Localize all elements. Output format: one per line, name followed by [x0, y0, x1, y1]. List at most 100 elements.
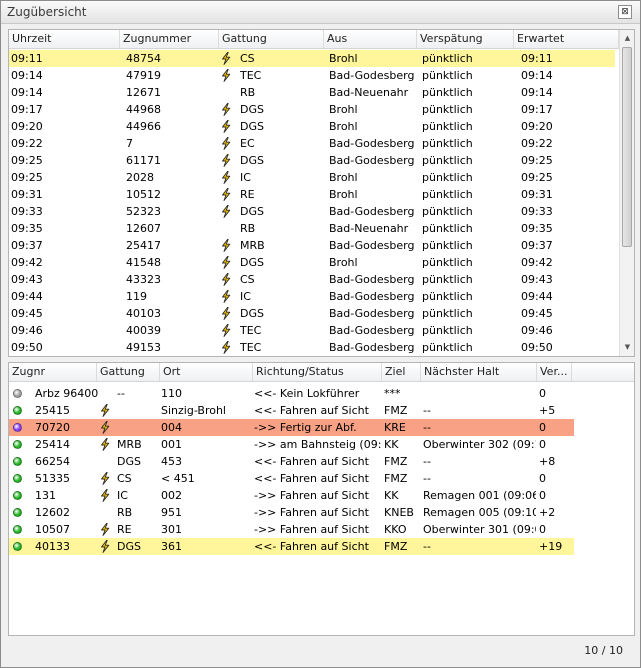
arrivals-column-header[interactable]: Uhrzeit: [9, 30, 120, 48]
train-row[interactable]: 12602 RB 951 ->> Fahren auf Sicht KNEB Remage…: [9, 504, 574, 521]
train-row[interactable]: 25415 Sinzig-Brohl <<- Fahren auf Sicht FMZ…: [9, 402, 574, 419]
train-number: 49153: [126, 341, 161, 354]
train-number: 47919: [126, 69, 161, 82]
arrival-row[interactable]: 09:44 119 IC Bad-Godesberg pünktlich 09:44: [9, 288, 615, 305]
arrivals-column-header[interactable]: Verspätung: [417, 30, 514, 48]
arrival-row[interactable]: 09:35 12607 RB Bad-Neuenahr pünktlich 09:35: [9, 220, 615, 237]
train-type: IC: [240, 171, 251, 184]
trains-column-header[interactable]: Ver...: [537, 363, 572, 381]
trains-column-header[interactable]: Gattung: [97, 363, 160, 381]
arrival-row[interactable]: 09:25 61171 DGS Bad-Godesberg pünktlich 09:25: [9, 152, 615, 169]
train-number: 70720: [35, 421, 70, 434]
destination: FMZ: [384, 472, 408, 485]
arrival-row[interactable]: 09:22 7 EC Bad-Godesberg pünktlich 09:22: [9, 135, 615, 152]
train-type: DGS: [240, 307, 264, 320]
delay-status: pünktlich: [422, 52, 473, 65]
arrivals-table-header: Uhrzeit Zugnummer Gattung Aus Verspätung Erwa…: [9, 30, 619, 49]
trains-column-header[interactable]: Ort: [160, 363, 253, 381]
electric-train-icon: [222, 69, 231, 82]
close-icon[interactable]: ⊠: [618, 5, 632, 19]
delay-status: pünktlich: [422, 103, 473, 116]
arrival-row[interactable]: 09:11 48754 CS Brohl pünktlich 09:11: [9, 50, 615, 67]
origin-station: Bad-Godesberg: [329, 273, 414, 286]
arrival-time: 09:46: [11, 324, 43, 337]
arrival-time: 09:33: [11, 205, 43, 218]
arrival-row[interactable]: 09:25 2028 IC Brohl pünktlich 09:25: [9, 169, 615, 186]
train-number: Arbz 96400: [35, 387, 99, 400]
train-number: 48754: [126, 52, 161, 65]
train-number: 25417: [126, 239, 161, 252]
delay-status: pünktlich: [422, 324, 473, 337]
status-bar: 10 / 10: [8, 641, 633, 661]
train-type: IC: [240, 290, 251, 303]
arrival-time: 09:43: [11, 273, 43, 286]
delay-status: pünktlich: [422, 256, 473, 269]
train-row[interactable]: Arbz 96400 -- 110 <<- Kein Lokführer *** 0: [9, 385, 574, 402]
arrival-row[interactable]: 09:45 40103 DGS Bad-Godesberg pünktlich 09:45: [9, 305, 615, 322]
scroll-down-icon[interactable]: ▼: [620, 340, 634, 355]
trains-column-header[interactable]: Richtung/Status: [253, 363, 382, 381]
electric-train-icon: [101, 421, 110, 434]
train-row[interactable]: 25414 MRB 001 ->> am Bahnsteig (09:11)KK Obe…: [9, 436, 574, 453]
scroll-up-icon[interactable]: ▲: [620, 31, 634, 46]
arrival-row[interactable]: 09:46 40039 TEC Bad-Godesberg pünktlich 09:46: [9, 322, 615, 339]
electric-train-icon: [222, 290, 231, 303]
status-dot-icon: [13, 423, 22, 432]
arrival-row[interactable]: 09:33 52323 DGS Bad-Godesberg pünktlich 09:33: [9, 203, 615, 220]
arrival-row[interactable]: 09:14 12671 RB Bad-Neuenahr pünktlich 09:14: [9, 84, 615, 101]
arrivals-column-header[interactable]: Zugnummer: [120, 30, 219, 48]
train-row[interactable]: 70720 004 ->> Fertig zur Abf. KRE -- 0: [9, 419, 574, 436]
train-type: RB: [240, 86, 256, 99]
train-type: CS: [117, 472, 132, 485]
arrival-row[interactable]: 09:17 44968 DGS Brohl pünktlich 09:17: [9, 101, 615, 118]
trains-column-header[interactable]: Nächster Halt: [421, 363, 537, 381]
trains-column-header[interactable]: Ziel: [382, 363, 421, 381]
train-type: DGS: [240, 154, 264, 167]
train-row[interactable]: 40133 DGS 361 <<- Fahren auf Sicht FMZ -- +19: [9, 538, 574, 555]
origin-station: Bad-Godesberg: [329, 290, 414, 303]
train-number: 2028: [126, 171, 154, 184]
origin-station: Brohl: [329, 171, 358, 184]
arrival-time: 09:20: [11, 120, 43, 133]
train-number: 25415: [35, 404, 70, 417]
trains-column-header[interactable]: Zugnr: [9, 363, 97, 381]
train-number: 119: [126, 290, 147, 303]
arrival-row[interactable]: 09:14 47919 TEC Bad-Godesberg pünktlich 09:14: [9, 67, 615, 84]
destination: FMZ: [384, 404, 408, 417]
train-number: 25414: [35, 438, 70, 451]
arrival-row[interactable]: 09:42 41548 DGS Brohl pünktlich 09:42: [9, 254, 615, 271]
delay-status: pünktlich: [422, 154, 473, 167]
arrivals-column-header[interactable]: Erwartet: [514, 30, 619, 48]
origin-station: Brohl: [329, 52, 358, 65]
next-stop: --: [423, 404, 431, 417]
arrival-row[interactable]: 09:43 43323 CS Bad-Godesberg pünktlich 09:43: [9, 271, 615, 288]
status-dot-icon: [13, 525, 22, 534]
electric-train-icon: [101, 540, 110, 553]
electric-train-icon: [101, 489, 110, 502]
arrival-row[interactable]: 09:20 44966 DGS Brohl pünktlich 09:20: [9, 118, 615, 135]
electric-train-icon: [222, 307, 231, 320]
train-type: CS: [240, 52, 255, 65]
scroll-thumb[interactable]: [622, 47, 632, 247]
delay: 0: [539, 472, 546, 485]
train-row[interactable]: 131 IC 002 ->> Fahren auf Sicht KK Remagen 00…: [9, 487, 574, 504]
next-stop: --: [423, 540, 431, 553]
train-type: DGS: [240, 205, 264, 218]
train-row[interactable]: 51335 CS < 451 <<- Fahren auf Sicht FMZ -- 0: [9, 470, 574, 487]
arrivals-column-header[interactable]: Gattung: [219, 30, 324, 48]
arrival-row[interactable]: 09:50 49153 TEC Bad-Godesberg pünktlich 09:50: [9, 339, 615, 356]
direction-status: ->> Fahren auf Sicht: [254, 523, 369, 536]
direction-status: ->> Fahren auf Sicht: [254, 489, 369, 502]
arrival-row[interactable]: 09:37 25417 MRB Bad-Godesberg pünktlich 09:37: [9, 237, 615, 254]
train-type: TEC: [240, 324, 262, 337]
train-row[interactable]: 10507 RE 301 ->> Fahren auf Sicht KKO Oberwin…: [9, 521, 574, 538]
status-dot-icon: [13, 457, 22, 466]
train-row[interactable]: 66254 DGS 453 <<- Fahren auf Sicht FMZ -- +8: [9, 453, 574, 470]
arrivals-column-header[interactable]: Aus: [324, 30, 417, 48]
train-number: 40039: [126, 324, 161, 337]
expected-time: 09:25: [521, 171, 553, 184]
train-type: EC: [240, 137, 255, 150]
arrival-row[interactable]: 09:31 10512 RE Brohl pünktlich 09:31: [9, 186, 615, 203]
electric-train-icon: [222, 324, 231, 337]
arrivals-scrollbar[interactable]: ▲ ▼: [619, 30, 634, 356]
